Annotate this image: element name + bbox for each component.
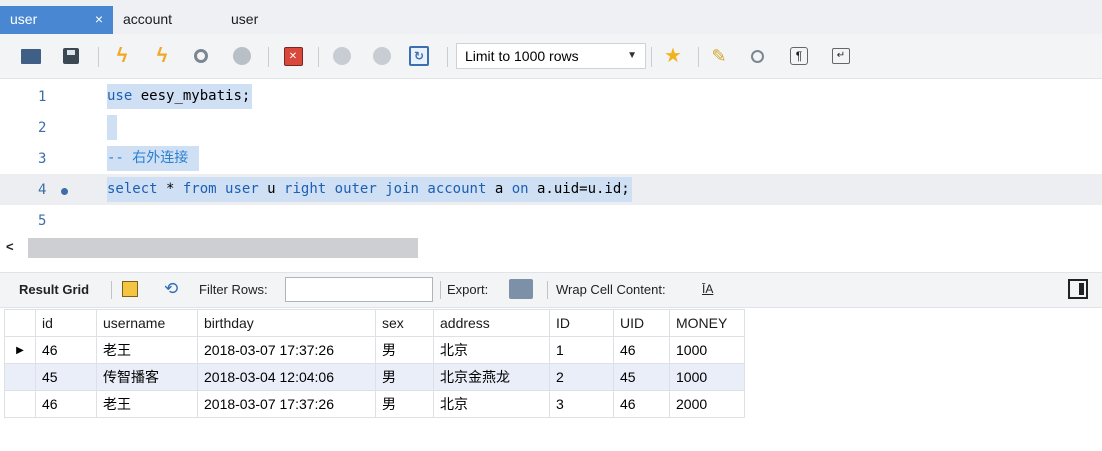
line-number: 1: [38, 89, 47, 105]
cell[interactable]: 1000: [669, 363, 745, 391]
stop-icon[interactable]: [231, 45, 253, 67]
cell[interactable]: 3: [549, 390, 614, 418]
table-row[interactable]: 45 传智播客 2018-03-04 12:04:06 男 北京金燕龙 2 45…: [4, 363, 745, 391]
rollback-icon[interactable]: [371, 45, 393, 67]
grid-header-row: id username birthday sex address ID UID …: [4, 309, 745, 337]
cell[interactable]: 2018-03-07 17:37:26: [197, 390, 376, 418]
cell[interactable]: 北京金燕龙: [433, 363, 550, 391]
editor-line: 1 use eesy_mybatis;: [0, 81, 1102, 112]
tab-user-active[interactable]: user ×: [0, 6, 113, 34]
limit-rows-select[interactable]: Limit to 1000 rows ▼: [456, 43, 646, 69]
current-row-marker-icon: ▶: [4, 336, 36, 364]
cell[interactable]: 45: [613, 363, 670, 391]
scrollbar-thumb[interactable]: [28, 238, 418, 258]
export-icon[interactable]: [509, 279, 533, 299]
find-icon[interactable]: [746, 45, 768, 67]
line-number: 2: [38, 120, 47, 136]
line-number: 5: [38, 213, 47, 229]
cell[interactable]: 2018-03-07 17:37:26: [197, 336, 376, 364]
editor-line-current: 4 select * from user u right outer join …: [0, 174, 1102, 205]
column-header[interactable]: MONEY: [669, 309, 745, 337]
tab-account[interactable]: account: [123, 8, 172, 30]
line-number: 4: [38, 182, 47, 198]
wrap-cell-icon[interactable]: ĪA: [702, 282, 713, 296]
code-line-3: -- 右外连接: [107, 146, 199, 171]
column-header[interactable]: username: [96, 309, 198, 337]
scroll-left-icon[interactable]: <: [6, 239, 14, 254]
code-line-1: use eesy_mybatis;: [107, 84, 253, 109]
cell[interactable]: 北京: [433, 390, 550, 418]
sql-editor[interactable]: 1 use eesy_mybatis; 2 3 -- 右外连接 4 select…: [0, 79, 1102, 238]
cell[interactable]: 北京: [433, 336, 550, 364]
column-header[interactable]: sex: [375, 309, 434, 337]
cell[interactable]: 2000: [669, 390, 745, 418]
result-grid-tab[interactable]: Result Grid: [19, 282, 89, 298]
code-line-2: [107, 115, 117, 140]
close-tab-icon[interactable]: ×: [95, 6, 103, 32]
table-row[interactable]: ▶ 46 老王 2018-03-07 17:37:26 男 北京 1 46 10…: [4, 336, 745, 364]
row-selector[interactable]: [4, 363, 36, 391]
toggle-side-panel-icon[interactable]: [1068, 279, 1088, 299]
execute-current-icon[interactable]: ϟ: [151, 45, 173, 67]
table-row[interactable]: 46 老王 2018-03-07 17:37:26 男 北京 3 46 2000: [4, 390, 745, 418]
column-header[interactable]: ID: [549, 309, 614, 337]
result-toolbar: Result Grid ⟲ Filter Rows: Export: Wrap …: [0, 272, 1102, 308]
column-header[interactable]: birthday: [197, 309, 376, 337]
execute-icon[interactable]: ϟ: [111, 45, 133, 67]
cell[interactable]: 男: [375, 390, 434, 418]
error-toggle-icon[interactable]: ✕: [282, 45, 304, 67]
autocommit-icon[interactable]: ↻: [408, 45, 430, 67]
cell[interactable]: 1000: [669, 336, 745, 364]
cell[interactable]: 1: [549, 336, 614, 364]
beautify-icon[interactable]: ✎: [708, 45, 730, 67]
tab-label: user: [10, 11, 38, 27]
commit-icon[interactable]: [331, 45, 353, 67]
row-selector[interactable]: [4, 390, 36, 418]
query-tab-bar: user × account user: [0, 0, 1102, 35]
cell[interactable]: 男: [375, 336, 434, 364]
column-header[interactable]: id: [35, 309, 97, 337]
editor-horizontal-scrollbar[interactable]: <: [0, 238, 1102, 258]
sql-editor-toolbar: ϟ ϟ ✕ ↻ Limit to 1000 rows ▼ ★ ✎ ¶ ↵: [0, 34, 1102, 79]
open-folder-icon[interactable]: [20, 45, 42, 67]
result-grid: id username birthday sex address ID UID …: [4, 309, 745, 418]
cell[interactable]: 46: [613, 336, 670, 364]
cell[interactable]: 46: [35, 390, 97, 418]
editor-line: 5: [0, 205, 1102, 236]
chevron-down-icon: ▼: [627, 50, 637, 61]
wrap-icon[interactable]: ↵: [830, 45, 852, 67]
invisible-chars-icon[interactable]: ¶: [788, 45, 810, 67]
refresh-icon[interactable]: ⟲: [164, 279, 178, 299]
column-header[interactable]: UID: [613, 309, 670, 337]
cell[interactable]: 2018-03-04 12:04:06: [197, 363, 376, 391]
line-number: 3: [38, 151, 47, 167]
grid-view-icon[interactable]: [122, 281, 138, 297]
filter-rows-label: Filter Rows:: [199, 282, 268, 297]
cell[interactable]: 46: [613, 390, 670, 418]
limit-rows-value: Limit to 1000 rows: [465, 48, 579, 64]
cell[interactable]: 老王: [96, 390, 198, 418]
cell[interactable]: 46: [35, 336, 97, 364]
column-header[interactable]: address: [433, 309, 550, 337]
export-label: Export:: [447, 282, 489, 297]
cell[interactable]: 传智播客: [96, 363, 198, 391]
save-icon[interactable]: [60, 45, 82, 67]
editor-line: 3 -- 右外连接: [0, 143, 1102, 174]
cell[interactable]: 老王: [96, 336, 198, 364]
explain-icon[interactable]: [190, 45, 212, 67]
editor-line: 2: [0, 112, 1102, 143]
filter-rows-input[interactable]: [285, 277, 433, 302]
favorite-add-icon[interactable]: ★: [662, 45, 684, 67]
tab-user[interactable]: user: [231, 8, 258, 30]
cell[interactable]: 2: [549, 363, 614, 391]
row-selector-header: [4, 309, 36, 337]
statement-marker-icon: [61, 188, 68, 195]
wrap-cell-label: Wrap Cell Content:: [556, 282, 666, 297]
cell[interactable]: 男: [375, 363, 434, 391]
cell[interactable]: 45: [35, 363, 97, 391]
code-line-4: select * from user u right outer join ac…: [107, 177, 632, 202]
